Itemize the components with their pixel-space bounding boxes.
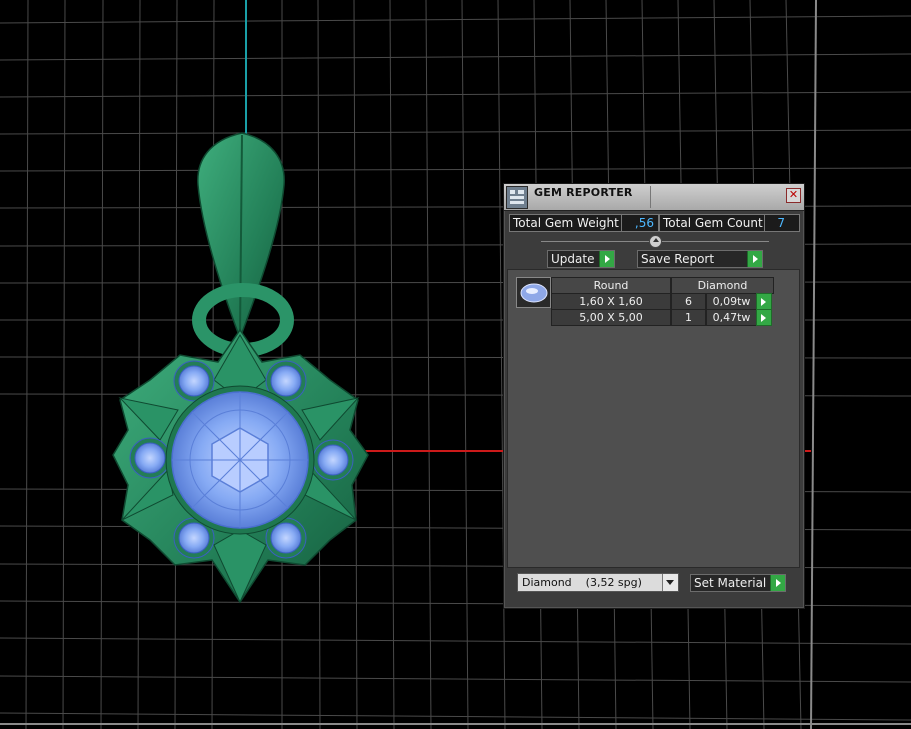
play-arrow-icon: [599, 251, 614, 267]
chevron-down-icon[interactable]: [662, 574, 678, 591]
select-row-arrow-icon[interactable]: [756, 293, 772, 310]
collapse-toggle-icon[interactable]: [649, 235, 662, 248]
table-row-weight: 0,09tw: [706, 293, 757, 310]
play-arrow-icon: [770, 575, 785, 591]
total-gem-count-label: Total Gem Count: [663, 216, 763, 230]
total-gem-count-value: 7: [777, 216, 785, 230]
set-material-button-label: Set Material: [694, 576, 767, 590]
table-row-size: 5,00 X 5,00: [551, 309, 671, 326]
shape-column-header: Round: [551, 277, 671, 294]
panel-titlebar[interactable]: GEM REPORTER ✕: [504, 184, 804, 211]
round-gem-thumbnail[interactable]: [516, 277, 551, 308]
gem-list-area: Round Diamond 1,60 X 1,60 6 0,09tw 5,00 …: [507, 269, 800, 568]
select-row-arrow-icon[interactable]: [756, 309, 772, 326]
update-button[interactable]: Update: [547, 250, 615, 268]
total-gem-weight-value: ,56: [634, 216, 654, 230]
material-select[interactable]: Diamond (3,52 spg): [517, 573, 679, 592]
gem-reporter-icon: [506, 186, 528, 209]
play-arrow-icon: [747, 251, 762, 267]
material-select-value: Diamond (3,52 spg): [522, 576, 642, 589]
close-icon[interactable]: ✕: [786, 188, 801, 203]
table-row-count: 1: [671, 309, 706, 326]
table-row-count: 6: [671, 293, 706, 310]
save-report-button-label: Save Report: [641, 252, 715, 266]
material-column-header: Diamond: [671, 277, 774, 294]
table-row-weight: 0,47tw: [706, 309, 757, 326]
titlebar-divider: [650, 186, 651, 208]
panel-title: GEM REPORTER: [534, 186, 633, 199]
total-gem-count-field: Total Gem Count 7: [659, 214, 800, 232]
update-button-label: Update: [551, 252, 595, 266]
table-row-size: 1,60 X 1,60: [551, 293, 671, 310]
save-report-button[interactable]: Save Report: [637, 250, 763, 268]
gem-reporter-panel: GEM REPORTER ✕ Total Gem Weight ,56 Tota…: [503, 183, 805, 609]
total-gem-weight-field: Total Gem Weight ,56: [509, 214, 659, 232]
set-material-button[interactable]: Set Material: [690, 574, 786, 592]
total-gem-weight-label: Total Gem Weight: [513, 216, 619, 230]
